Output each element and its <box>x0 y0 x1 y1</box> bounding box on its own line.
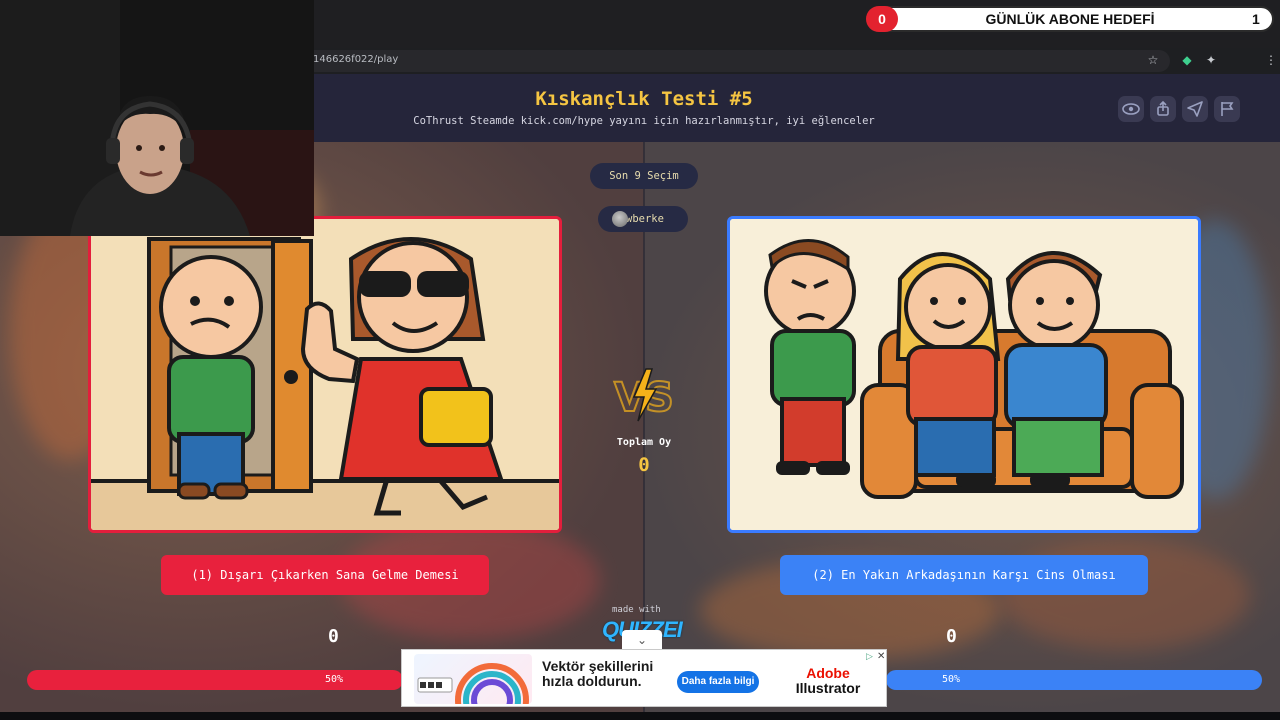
flag-icon[interactable] <box>1214 96 1240 122</box>
webcam-overlay <box>0 0 314 236</box>
ad-brand-line1: Adobe <box>806 665 850 681</box>
option-2-illustration <box>730 219 1198 530</box>
extension-icon[interactable]: ◆ <box>1179 52 1195 68</box>
goal-target: 1 <box>1252 11 1260 27</box>
share-icon[interactable] <box>1150 96 1176 122</box>
option-1-percent: 50% <box>325 674 344 685</box>
streamer-webcam <box>0 0 314 236</box>
browser-menu-icon[interactable]: ⋮ <box>1263 52 1279 68</box>
ad-headline: Vektör şekillerini hızla doldurun. <box>542 658 654 689</box>
last-choices-button[interactable]: Son 9 Seçim <box>590 163 698 189</box>
option-2-label-button[interactable]: (2) En Yakın Arkadaşının Karşı Cins Olma… <box>780 555 1148 595</box>
option-2-card[interactable] <box>727 216 1201 533</box>
ad-close-icon[interactable]: ✕ <box>877 651 885 662</box>
total-votes-label: Toplam Oy <box>616 437 672 448</box>
option-2-percent: 50% <box>942 674 961 685</box>
screen: 146626f022/play ☆ ◆ ✦ ⋮ 0 GÜNLÜK ABONE H… <box>0 0 1280 720</box>
bookmark-star-icon[interactable]: ☆ <box>1145 52 1161 68</box>
total-votes-value: 0 <box>638 454 650 476</box>
option-1-label-button[interactable]: (1) Dışarı Çıkarken Sana Gelme Demesi <box>161 555 489 595</box>
eye-icon[interactable] <box>1118 96 1144 122</box>
ad-collapse-chevron-icon[interactable]: ⌄ <box>622 630 662 650</box>
ad-image <box>414 654 532 704</box>
goal-label: GÜNLÜK ABONE HEDEFİ <box>985 11 1155 27</box>
option-1-illustration <box>91 219 559 530</box>
ad-brand-line2: Illustrator <box>795 680 861 696</box>
goal-current-count: 0 <box>866 6 898 32</box>
option-1-progress-bar <box>27 670 403 690</box>
voter-name: wberke <box>626 213 664 225</box>
ad-brand: Adobe Illustrator <box>790 666 866 696</box>
address-bar[interactable] <box>300 50 1170 72</box>
option-1-card[interactable] <box>88 216 562 533</box>
address-url: 146626f022/play <box>313 54 399 65</box>
send-icon[interactable] <box>1182 96 1208 122</box>
ad-cta-button[interactable]: Daha fazla bilgi <box>677 671 759 693</box>
ad-info-icon[interactable]: ▷ <box>866 652 876 662</box>
option-2-score: 0 <box>946 626 957 647</box>
versus-icon: VS <box>613 368 675 422</box>
voter-avatar <box>612 211 628 227</box>
made-with-label: made with <box>612 605 661 615</box>
option-1-score: 0 <box>328 626 339 647</box>
extensions-puzzle-icon[interactable]: ✦ <box>1203 52 1219 68</box>
